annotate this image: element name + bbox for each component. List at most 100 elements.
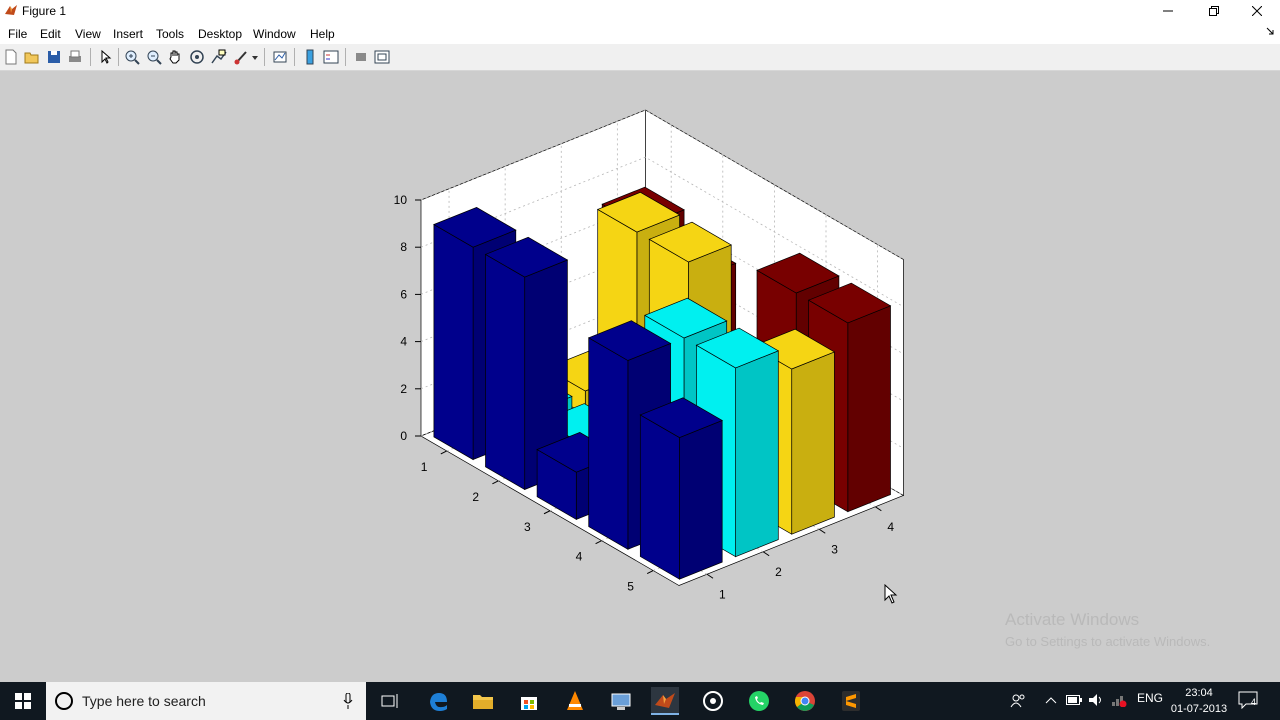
toolbar-separator: [345, 48, 346, 66]
hide-plot-tools-icon[interactable]: [352, 48, 370, 66]
figure-toolbar: [0, 44, 1280, 71]
action-center-button[interactable]: 4: [1238, 691, 1262, 711]
vlc-icon[interactable]: [561, 687, 589, 715]
file-explorer-icon[interactable]: [469, 687, 497, 715]
pan-hand-icon[interactable]: [166, 48, 184, 66]
bar-front-face: [791, 351, 835, 535]
z-tick-label: 2: [400, 382, 407, 396]
menu-edit[interactable]: Edit: [40, 27, 61, 41]
row-tick: [646, 570, 654, 574]
row-tick: [440, 450, 448, 455]
clock[interactable]: 23:04 01-07-2013: [1168, 685, 1230, 717]
column-tick-label: 2: [775, 565, 782, 579]
brush-icon[interactable]: [232, 48, 250, 66]
print-icon[interactable]: [66, 48, 84, 66]
toolbar-separator: [90, 48, 91, 66]
menu-window[interactable]: Window: [253, 27, 296, 41]
matlab-icon[interactable]: [651, 687, 679, 715]
menu-bar: File Edit View Insert Tools Desktop Wind…: [0, 22, 1280, 44]
menu-file[interactable]: File: [8, 27, 27, 41]
open-file-icon[interactable]: [23, 48, 41, 66]
row-tick-label: 3: [524, 520, 531, 534]
network-off-icon[interactable]: [1111, 693, 1127, 707]
media-icon[interactable]: [699, 687, 727, 715]
menu-view[interactable]: View: [75, 27, 101, 41]
bar-left-face: [485, 253, 526, 491]
activation-watermark-subtitle: Go to Settings to activate Windows.: [1005, 634, 1211, 649]
clock-time: 23:04: [1185, 687, 1213, 699]
show-plot-tools-icon[interactable]: [373, 48, 391, 66]
new-figure-icon[interactable]: [2, 48, 20, 66]
sublime-icon[interactable]: [837, 687, 865, 715]
rotate-3d-icon[interactable]: [188, 48, 206, 66]
chevron-down-icon[interactable]: [252, 56, 258, 60]
microphone-icon[interactable]: [343, 693, 353, 709]
language-indicator[interactable]: ENG: [1137, 691, 1163, 705]
column-tick-label: 3: [831, 542, 838, 556]
row-tick: [492, 480, 499, 485]
row-tick-label: 4: [576, 550, 583, 564]
menu-insert[interactable]: Insert: [113, 27, 143, 41]
minimize-icon: [1163, 10, 1173, 12]
toolbar-separator: [264, 48, 265, 66]
bar-front-face: [679, 419, 723, 580]
windows-logo-icon: [15, 693, 31, 709]
data-cursor-icon[interactable]: [210, 48, 228, 66]
close-icon: [1252, 6, 1262, 16]
column-tick: [762, 551, 770, 557]
bar-front-face: [735, 350, 779, 558]
legend-icon[interactable]: [322, 48, 340, 66]
bar-left-face: [433, 223, 474, 461]
taskbar: Type here to search ENG 23:04 01-07-2013…: [0, 682, 1280, 720]
zoom-out-icon[interactable]: [145, 48, 163, 66]
whatsapp-icon[interactable]: [745, 687, 773, 715]
zoom-in-icon[interactable]: [123, 48, 141, 66]
people-icon[interactable]: [1010, 693, 1026, 709]
row-tick-label: 1: [421, 460, 428, 474]
search-icon: [55, 692, 73, 710]
menu-desktop[interactable]: Desktop: [198, 27, 242, 41]
column-tick-label: 1: [719, 587, 726, 601]
chrome-icon[interactable]: [791, 687, 819, 715]
task-view-icon[interactable]: [376, 687, 404, 715]
edge-icon[interactable]: [424, 687, 452, 715]
row-tick-label: 5: [627, 580, 634, 594]
bar3-plot[interactable]: 0246810123451234: [0, 71, 1280, 682]
network-app-icon[interactable]: [607, 687, 635, 715]
row-tick-label: 2: [472, 490, 479, 504]
search-box[interactable]: Type here to search: [46, 682, 366, 720]
start-button[interactable]: [0, 682, 46, 720]
close-button[interactable]: [1234, 0, 1280, 22]
battery-icon[interactable]: [1066, 695, 1082, 705]
bar-front-face: [847, 305, 891, 513]
window-title: Figure 1: [22, 4, 67, 18]
toolbar-separator: [118, 48, 119, 66]
save-icon[interactable]: [45, 48, 63, 66]
minimize-button[interactable]: [1145, 0, 1191, 22]
menu-tools[interactable]: Tools: [156, 27, 184, 41]
z-tick-label: 6: [400, 287, 407, 301]
restore-button[interactable]: [1191, 0, 1237, 22]
notification-count: 4: [1251, 697, 1257, 707]
store-icon[interactable]: [515, 687, 543, 715]
clock-date: 01-07-2013: [1170, 703, 1228, 715]
matlab-figure-icon: [5, 5, 17, 15]
chevron-up-icon[interactable]: [1045, 696, 1057, 704]
column-tick: [875, 506, 882, 512]
bar-left-face: [639, 414, 680, 580]
dock-arrow-icon[interactable]: [1266, 27, 1274, 35]
link-plot-icon[interactable]: [271, 48, 289, 66]
column-tick: [818, 528, 826, 534]
row-tick: [543, 510, 551, 515]
bar: [639, 397, 723, 580]
mouse-cursor-icon: [884, 584, 898, 604]
z-tick-label: 4: [400, 335, 407, 349]
z-tick-label: 0: [400, 429, 407, 443]
colorbar-icon[interactable]: [301, 48, 319, 66]
column-tick-label: 4: [887, 520, 894, 534]
menu-help[interactable]: Help: [310, 27, 335, 41]
volume-icon[interactable]: [1088, 693, 1104, 707]
figure-canvas[interactable]: 0 2 4 6 8 10 1 2 3 4 5 1 2 3 4 Activate Windows Go to …: [0, 71, 1280, 682]
search-placeholder: Type here to search: [82, 693, 206, 709]
select-arrow-icon[interactable]: [96, 48, 114, 66]
